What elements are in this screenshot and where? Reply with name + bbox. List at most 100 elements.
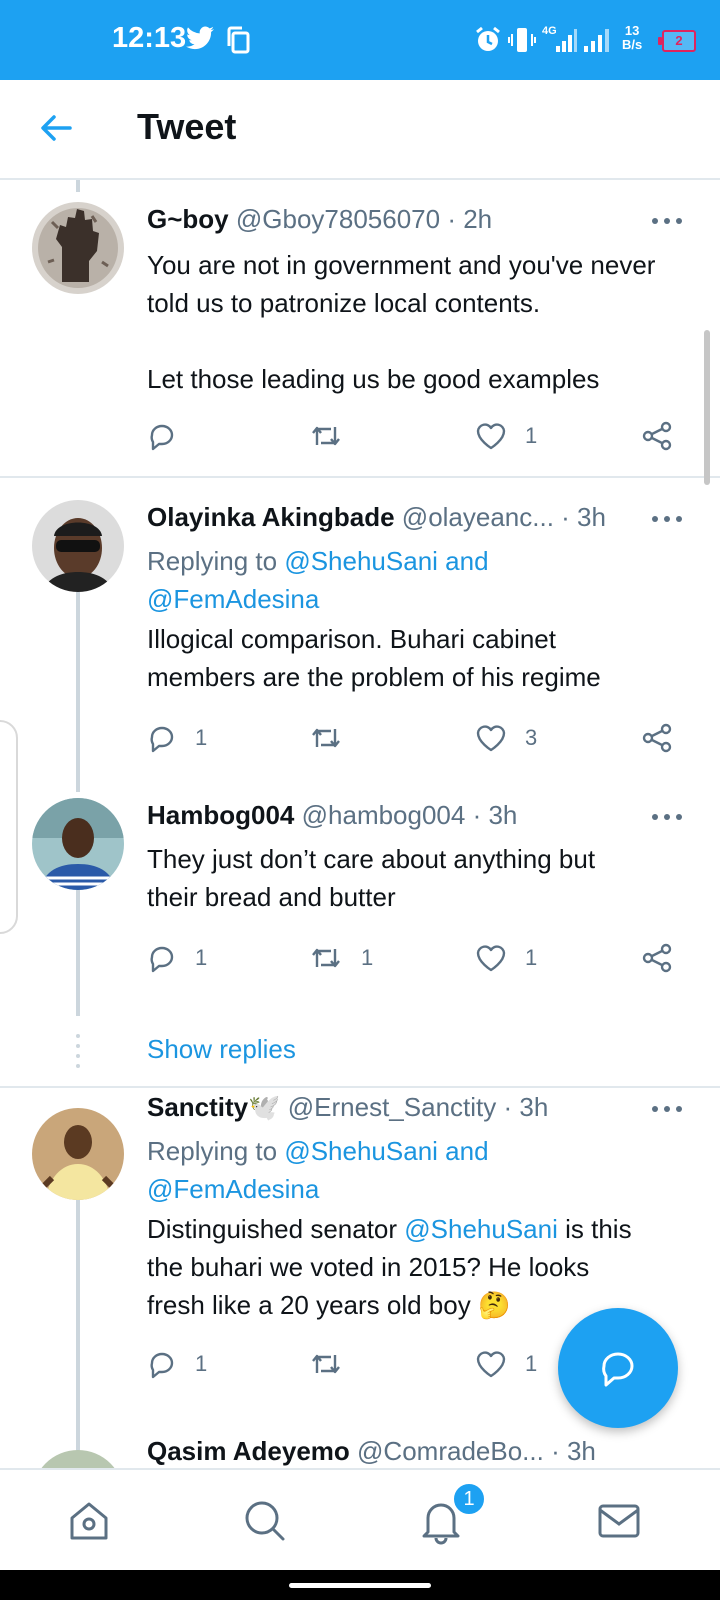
like-count: 3: [525, 725, 538, 750]
thread-line: [76, 592, 80, 792]
avatar[interactable]: [32, 1108, 124, 1200]
share-icon: [642, 723, 672, 753]
share-button[interactable]: [641, 718, 673, 758]
author-name[interactable]: Qasim Adeyemo: [147, 1436, 350, 1466]
mention-link[interactable]: @FemAdesina: [147, 580, 667, 618]
author-handle[interactable]: @Ernest_Sanctity: [288, 1092, 496, 1122]
like-icon: [476, 1351, 506, 1378]
like-icon: [476, 423, 506, 450]
scrollbar[interactable]: [704, 330, 710, 485]
mention-link[interactable]: @ShehuSani and: [284, 1136, 488, 1166]
like-icon: [476, 725, 506, 752]
thread-line: [76, 180, 80, 192]
thread-continuation: [76, 1034, 80, 1070]
notifications-badge: 1: [452, 1482, 486, 1516]
retweet-icon: [312, 728, 340, 748]
home-icon[interactable]: [64, 1496, 114, 1546]
mention-link[interactable]: @ShehuSani and: [284, 546, 488, 576]
messages-icon[interactable]: [594, 1496, 644, 1546]
author-name[interactable]: Olayinka Akingbade: [147, 502, 395, 532]
like-button[interactable]: 1: [475, 938, 537, 978]
author-handle[interactable]: @olayeanc...: [402, 502, 554, 532]
reply-button[interactable]: [147, 416, 177, 456]
avatar[interactable]: [32, 500, 124, 592]
retweet-button[interactable]: 1: [309, 938, 373, 978]
reply-icon: [150, 726, 174, 753]
compose-reply-icon: [602, 1352, 634, 1387]
tweet-time: · 3h: [472, 800, 518, 830]
battery-indicator: 2: [658, 30, 696, 52]
back-arrow-icon[interactable]: [38, 110, 74, 146]
author-handle[interactable]: @hambog004: [302, 800, 466, 830]
reply-button[interactable]: 1: [147, 1344, 207, 1384]
tweet-divider: [0, 476, 720, 478]
like-count: 1: [525, 423, 538, 448]
thread-line: [76, 1200, 80, 1470]
more-icon[interactable]: [652, 514, 684, 524]
tweet-header: Hambog004 @hambog004 · 3h: [147, 800, 680, 831]
author-name[interactable]: Sanctity🕊️: [147, 1092, 281, 1122]
signal-icon: [584, 29, 609, 52]
author-name[interactable]: Hambog004: [147, 800, 294, 830]
search-icon[interactable]: [240, 1496, 290, 1546]
mention-link[interactable]: @ShehuSani: [404, 1214, 558, 1244]
compose-reply-button[interactable]: [558, 1308, 678, 1428]
tweet-header: Sanctity🕊️ @Ernest_Sanctity · 3h: [147, 1092, 680, 1123]
tweet-text: You are not in government and you've nev…: [147, 250, 656, 394]
network-speed: 13 B/s: [622, 23, 643, 52]
share-button[interactable]: [641, 938, 673, 978]
like-button[interactable]: 1: [475, 416, 537, 456]
retweet-button[interactable]: [309, 416, 343, 456]
edge-panel-handle[interactable]: [0, 720, 18, 934]
reply-icon: [150, 1352, 174, 1379]
retweet-icon: [312, 1354, 340, 1374]
reply-icon: [150, 424, 174, 451]
tweet-actions: 1 1 1: [147, 938, 697, 978]
retweet-icon: [312, 948, 340, 968]
status-bar: 12:13 4G 13 B/s 2: [0, 0, 720, 80]
tweet-time: · 3h: [551, 1436, 596, 1466]
bottom-navigation: 1: [0, 1468, 720, 1570]
reply-count: 1: [195, 1351, 208, 1376]
thread-line: [76, 890, 80, 1016]
more-icon[interactable]: [652, 812, 684, 822]
mention-link[interactable]: @FemAdesina: [147, 1170, 667, 1208]
more-icon[interactable]: [652, 216, 684, 226]
tweet-actions: 1: [147, 416, 697, 456]
more-icon[interactable]: [652, 1104, 684, 1114]
tweet-text: They just don’t care about anything but …: [147, 844, 596, 912]
svg-text:4G: 4G: [542, 25, 557, 37]
tweet-text: Illogical comparison. Buhari cabinet mem…: [147, 624, 601, 692]
author-handle[interactable]: @ComradeBo...: [357, 1436, 544, 1466]
like-icon: [476, 945, 506, 972]
like-count: 1: [525, 945, 538, 970]
copy-icon: [227, 26, 250, 54]
tweet-header: G~boy @Gboy78056070 · 2h: [147, 204, 680, 235]
tweet-header: Olayinka Akingbade @olayeanc... · 3h: [147, 502, 680, 533]
show-replies-link[interactable]: Show replies: [147, 1034, 296, 1065]
retweet-count: 1: [361, 945, 374, 970]
tweet-time: · 3h: [561, 502, 606, 532]
avatar[interactable]: [32, 1450, 124, 1470]
vibrate-icon: [508, 28, 536, 52]
author-name[interactable]: G~boy: [147, 204, 229, 234]
retweet-button[interactable]: [309, 1344, 343, 1384]
tweet-replies-feed[interactable]: G~boy @Gboy78056070 · 2h You are not in …: [0, 180, 720, 1470]
reply-button[interactable]: 1: [147, 718, 207, 758]
top-app-bar: Tweet: [0, 80, 720, 180]
replying-to: Replying to @ShehuSani and @FemAdesina: [147, 1132, 667, 1208]
retweet-icon: [312, 426, 340, 446]
like-button[interactable]: 1: [475, 1344, 537, 1384]
reply-button[interactable]: 1: [147, 938, 207, 978]
share-button[interactable]: [641, 416, 673, 456]
tweet-time: · 2h: [447, 204, 493, 234]
alarm-icon: [476, 26, 500, 51]
like-button[interactable]: 3: [475, 718, 537, 758]
avatar[interactable]: [32, 202, 124, 294]
tweet-divider: [0, 1086, 720, 1088]
author-handle[interactable]: @Gboy78056070: [236, 204, 440, 234]
avatar[interactable]: [32, 798, 124, 890]
retweet-button[interactable]: [309, 718, 343, 758]
home-gesture-handle[interactable]: [289, 1583, 431, 1588]
reply-count: 1: [195, 945, 208, 970]
